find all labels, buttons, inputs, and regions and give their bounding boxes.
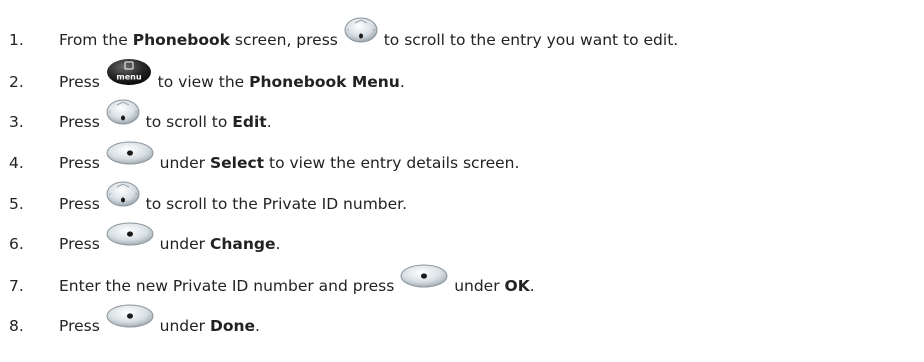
step-text-segment: From the <box>59 31 133 49</box>
step-number: 6. <box>9 235 24 253</box>
step-text: Enter the new Private ID number and pres… <box>59 264 535 298</box>
step-text-segment: to view the <box>152 73 250 91</box>
step-number: 7. <box>9 277 24 295</box>
step-text-segment: screen, press <box>230 31 343 49</box>
bold-term: Phonebook <box>132 31 230 49</box>
step-text-segment: to view the entry details screen. <box>264 154 520 172</box>
bold-term: Done <box>209 317 256 335</box>
step-text-segment: . <box>266 113 272 131</box>
step-item: 3. Press to scroll to Edit. <box>0 99 924 144</box>
step-text-segment: Enter the new Private ID number and pres… <box>59 277 400 295</box>
step-item: 8. Press under Done. <box>0 304 924 348</box>
bold-term: Phonebook Menu <box>249 73 400 91</box>
step-item: 4. Press under Select to view the entry d… <box>0 141 924 185</box>
step-text-segment: under <box>154 235 210 253</box>
step-text-segment: Press <box>59 113 105 131</box>
step-text-segment: under <box>154 154 210 172</box>
step-number: 4. <box>9 154 24 172</box>
step-text-segment: Press <box>59 73 105 91</box>
bold-term: Change <box>209 235 276 253</box>
step-text-segment: Press <box>59 317 105 335</box>
step-text: Press to scroll to Edit. <box>59 99 272 135</box>
softkey-icon <box>106 222 154 246</box>
svg-text:menu: menu <box>116 73 141 82</box>
bold-term: OK <box>504 277 530 295</box>
step-item: 5. Press to scroll to the Private ID numb… <box>0 181 924 226</box>
nav-key-icon <box>106 99 140 125</box>
softkey-icon <box>106 141 154 165</box>
instruction-steps: 1. From the Phonebook screen, press to sc… <box>0 0 924 362</box>
step-text-segment: . <box>399 73 405 91</box>
step-text-segment: . <box>529 277 535 295</box>
step-text: Press under Done. <box>59 304 260 338</box>
step-number: 2. <box>9 73 24 91</box>
nav-key-icon <box>344 17 378 43</box>
step-text-segment: under <box>154 317 210 335</box>
step-text: From the Phonebook screen, press to scro… <box>59 17 679 53</box>
step-text-segment: Press <box>59 235 105 253</box>
step-text: Press menu to view the Phonebook Menu. <box>59 59 405 96</box>
step-text-segment: to scroll to <box>140 113 233 131</box>
step-item: 1. From the Phonebook screen, press to sc… <box>0 17 924 62</box>
softkey-icon <box>106 304 154 328</box>
step-item: 6. Press under Change. <box>0 222 924 266</box>
menu-key-icon: menu <box>106 58 152 86</box>
step-text: Press under Change. <box>59 222 281 256</box>
step-number: 8. <box>9 317 24 335</box>
step-text-segment: . <box>255 317 260 335</box>
step-text: Press under Select to view the entry det… <box>59 141 520 175</box>
nav-key-icon <box>106 181 140 207</box>
step-item: 7. Enter the new Private ID number and pr… <box>0 264 924 308</box>
step-text-segment: . <box>275 235 281 253</box>
step-text-segment: Press <box>59 154 105 172</box>
bold-term: Edit <box>232 113 267 131</box>
step-number: 1. <box>9 31 24 49</box>
step-number: 5. <box>9 195 24 213</box>
step-text-segment: Press <box>59 195 105 213</box>
step-item: 2. Press menu to view the Phonebook Menu. <box>0 59 924 104</box>
step-text-segment: under <box>449 277 505 295</box>
step-text-segment: to scroll to the Private ID number. <box>140 195 408 213</box>
step-number: 3. <box>9 113 24 131</box>
step-text: Press to scroll to the Private ID number… <box>59 181 408 217</box>
softkey-icon <box>400 264 448 288</box>
bold-term: Select <box>209 154 265 172</box>
step-text-segment: to scroll to the entry you want to edit. <box>378 31 679 49</box>
